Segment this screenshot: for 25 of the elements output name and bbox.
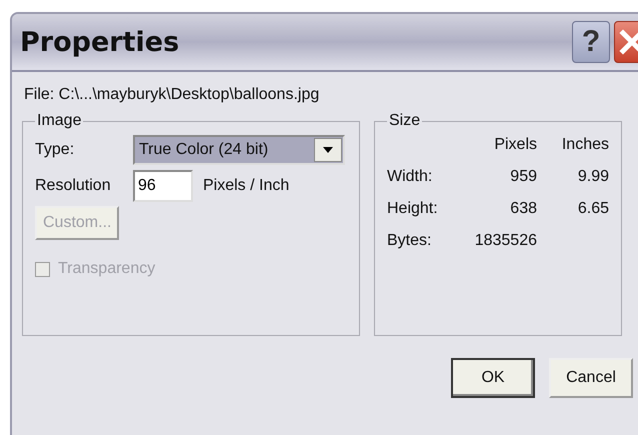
column-header: Pixels: [493, 136, 537, 154]
size-value: 6.65: [576, 200, 609, 218]
size-value: 959: [509, 168, 537, 186]
dropdown-arrow-icon: [322, 146, 334, 154]
group-title: Image: [36, 112, 82, 130]
unit-label: Pixels / Inch: [203, 177, 290, 195]
close-icon: [617, 27, 638, 57]
type-dropdown[interactable]: True Color (24 bit): [133, 135, 345, 165]
file-path: File: C:\...\mayburyk\Desktop\balloons.jpg: [24, 86, 320, 104]
group-title: Size: [388, 112, 422, 130]
row-label: Height:: [387, 200, 439, 218]
type-label: Type:: [35, 141, 76, 159]
row-label: Width:: [387, 168, 434, 186]
column-header: Inches: [560, 136, 609, 154]
help-button[interactable]: ?: [572, 21, 610, 63]
dialog-button[interactable]: OK: [451, 358, 535, 398]
size-value: 638: [509, 200, 537, 218]
resolution-label: Resolution: [35, 177, 112, 195]
resolution-field[interactable]: 96: [133, 170, 193, 202]
size-value: 9.99: [576, 168, 609, 186]
window-title: Properties: [20, 26, 180, 58]
dialog-button[interactable]: Cancel: [549, 358, 633, 398]
transparency-label: Transparency: [58, 260, 156, 278]
size-value: 1835526: [474, 232, 537, 250]
row-label: Bytes:: [387, 232, 432, 250]
